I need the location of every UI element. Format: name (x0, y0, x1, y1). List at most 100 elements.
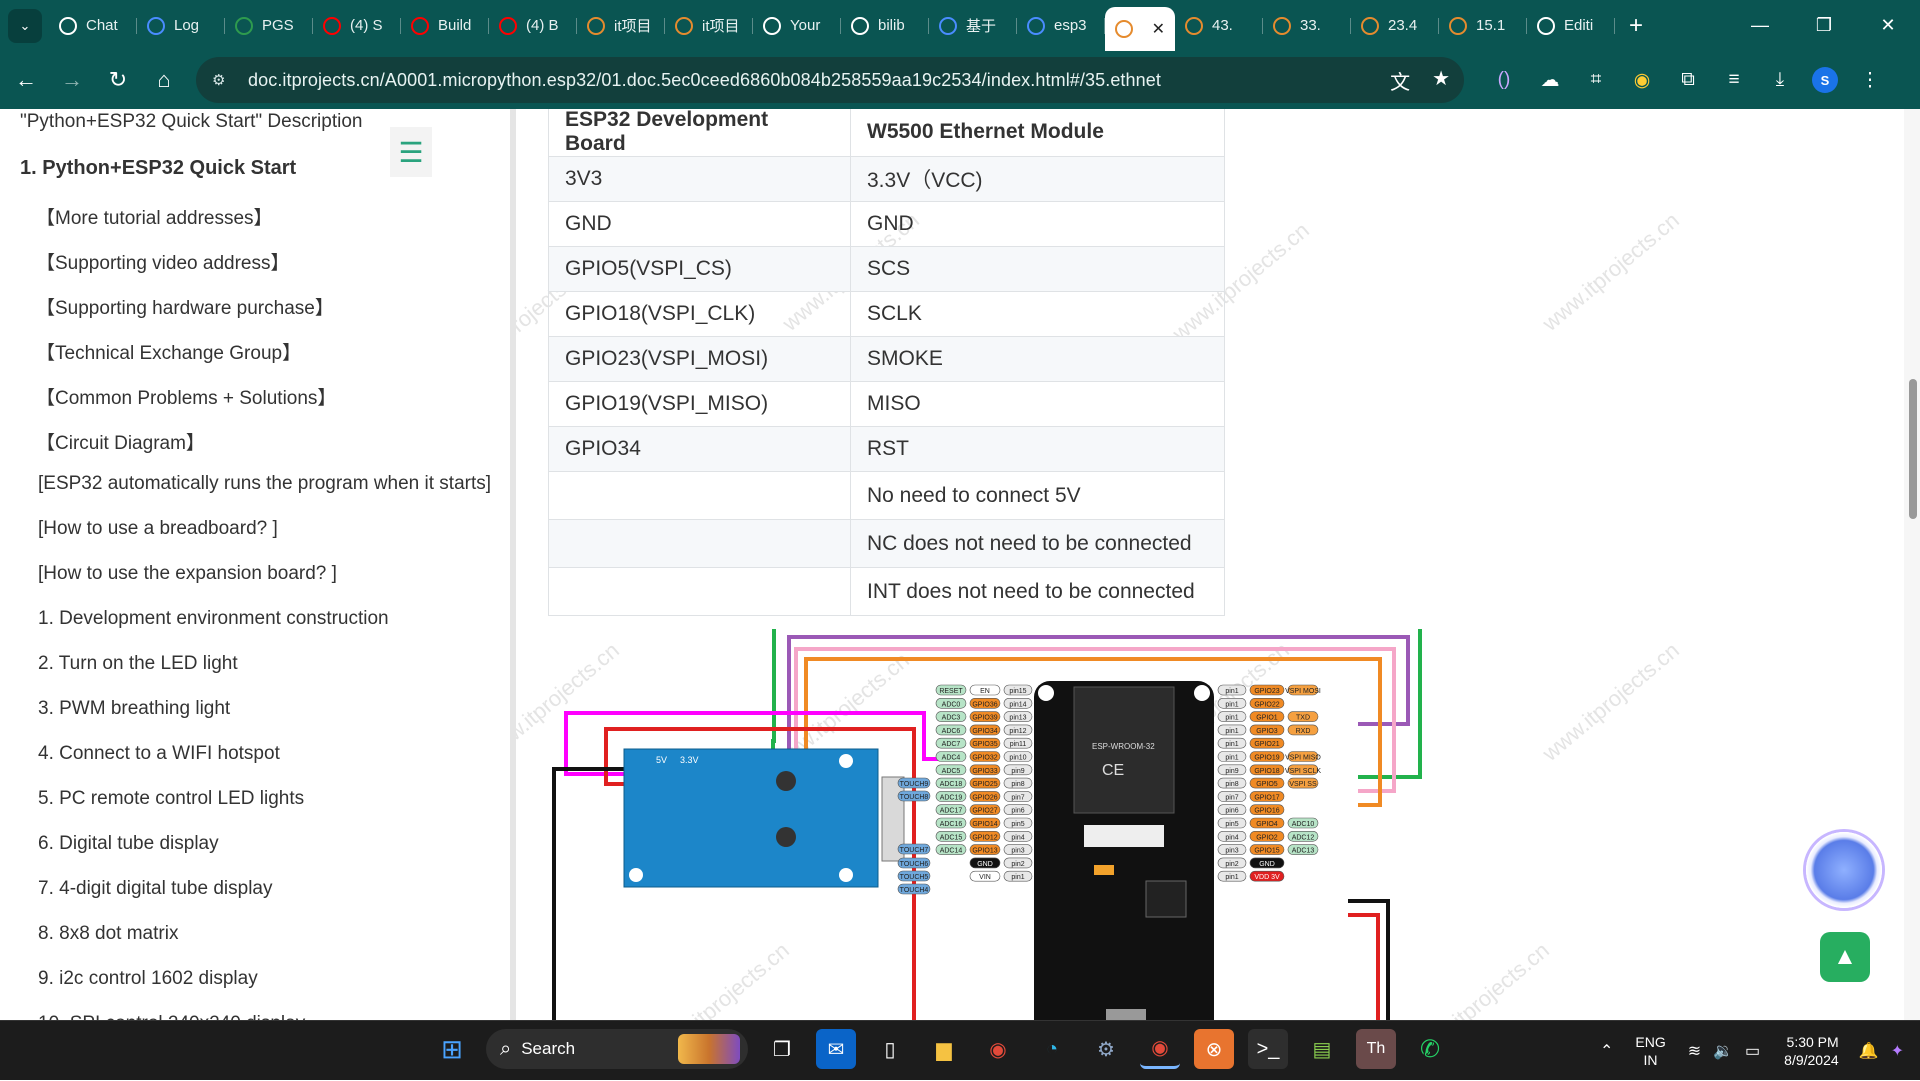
sidebar-header[interactable]: "Python+ESP32 Quick Start" Description (20, 111, 362, 133)
whatsapp-icon[interactable]: ✆ (1410, 1029, 1450, 1069)
tab[interactable]: it项目 (577, 8, 665, 44)
tab[interactable]: 基于 (929, 8, 1017, 44)
chrome-icon[interactable]: ◉ (978, 1029, 1018, 1069)
extension-icon[interactable]: ☁ (1536, 66, 1564, 94)
back-button[interactable]: ← (6, 60, 46, 100)
scrollbar-thumb[interactable] (1909, 379, 1917, 519)
language-label: ENG (1635, 1034, 1666, 1050)
media-control-icon[interactable]: ≡ (1720, 66, 1748, 94)
tab[interactable]: 43. (1175, 8, 1263, 44)
translate-icon[interactable]: 文 (1390, 66, 1410, 95)
tab[interactable]: (4) B (489, 8, 577, 44)
crop-icon[interactable]: ⌗ (1582, 66, 1610, 94)
tab[interactable]: esp3 (1017, 8, 1105, 44)
page-scrollbar[interactable] (1904, 109, 1920, 1020)
sidebar-nav-item[interactable]: 4. Connect to a WIFI hotspot (38, 743, 280, 765)
gpio-label: GPIO32 (972, 755, 997, 762)
chevron-up-icon[interactable]: ⌃ (1600, 1041, 1613, 1061)
tab[interactable]: Chat (49, 8, 137, 44)
url-text[interactable]: doc.itprojects.cn/A0001.micropython.esp3… (248, 70, 1161, 91)
chrome-profile-icon[interactable]: ◉ (1140, 1029, 1180, 1069)
sidebar-nav-item[interactable]: 9. i2c control 1602 display (38, 968, 258, 990)
tab[interactable]: Editi (1527, 8, 1615, 44)
notepad-icon[interactable]: ▤ (1302, 1029, 1342, 1069)
thonny-icon[interactable]: Th (1356, 1029, 1396, 1069)
file-explorer-icon[interactable]: ▆ (924, 1029, 964, 1069)
site-info-icon[interactable]: ⚙ (212, 71, 234, 89)
tab[interactable]: ✕ (1105, 7, 1175, 51)
reload-button[interactable]: ↻ (98, 60, 138, 100)
clock[interactable]: 5:30 PM 8/9/2024 (1784, 1033, 1839, 1069)
sidebar-nav-item[interactable]: [How to use the expansion board? ] (38, 563, 337, 585)
sidebar-nav-item[interactable]: 8. 8x8 dot matrix (38, 923, 178, 945)
tab[interactable]: bilib (841, 8, 929, 44)
bookmark-star-icon[interactable]: ★ (1432, 66, 1450, 95)
home-button[interactable]: ⌂ (144, 60, 184, 100)
sidebar-nav-item[interactable]: 7. 4-digit digital tube display (38, 878, 272, 900)
reload-icon: ↻ (108, 67, 128, 92)
close-tab-icon[interactable]: ✕ (1152, 19, 1165, 39)
volume-icon[interactable]: 🔉 (1713, 1041, 1733, 1061)
sidebar-section-title[interactable]: 1. Python+ESP32 Quick Start (20, 157, 296, 180)
sidebar-nav-item[interactable]: 【Circuit Diagram】 (36, 428, 205, 455)
wifi-icon[interactable]: ≋ (1688, 1041, 1701, 1061)
hamburger-menu-icon[interactable]: ☰ (390, 127, 432, 177)
new-tab-button[interactable]: + (1621, 12, 1651, 40)
task-view-icon[interactable]: ❐ (762, 1029, 802, 1069)
sidebar-nav-item[interactable]: 2. Turn on the LED light (38, 653, 238, 675)
sidebar-nav-item[interactable]: 【Technical Exchange Group】 (36, 338, 301, 365)
pin-label: pin1 (1225, 715, 1238, 722)
language-indicator[interactable]: ENG IN (1635, 1033, 1665, 1069)
profile-avatar[interactable]: S (1812, 67, 1838, 93)
sidebar-nav-item[interactable]: 6. Digital tube display (38, 833, 219, 855)
app-icon[interactable]: ⊗ (1194, 1029, 1234, 1069)
file-icon[interactable]: ▯ (870, 1029, 910, 1069)
sidebar-nav-item[interactable]: 【More tutorial addresses】 (36, 203, 273, 230)
sidebar-nav-item[interactable]: 【Supporting hardware purchase】 (36, 293, 334, 320)
puzzle-icon[interactable]: ⧉ (1674, 66, 1702, 94)
tab[interactable]: it项目 (665, 8, 753, 44)
tab[interactable]: Log (137, 8, 225, 44)
terminal-icon[interactable]: >_ (1248, 1029, 1288, 1069)
notification-bell-icon[interactable]: 🔔 (1859, 1041, 1879, 1061)
edge-icon[interactable]: ◔ (1032, 1029, 1072, 1069)
gpio-label: GPIO16 (1254, 808, 1279, 815)
address-bar[interactable]: ⚙ doc.itprojects.cn/A0001.micropython.es… (196, 57, 1464, 103)
minimize-icon[interactable]: — (1728, 0, 1792, 51)
tab-search-button[interactable]: ⌄ (8, 8, 42, 43)
outlook-icon[interactable]: ✉ (816, 1029, 856, 1069)
touch-label: TOUCH9 (900, 781, 929, 788)
taskbar-search[interactable]: ⌕ Search (486, 1029, 748, 1069)
close-window-icon[interactable]: ✕ (1856, 0, 1920, 51)
sidebar-nav-item[interactable]: 5. PC remote control LED lights (38, 788, 304, 810)
restore-icon[interactable]: ❐ (1792, 0, 1856, 51)
sidebar-nav-item[interactable]: 1. Development environment construction (38, 608, 389, 630)
sidebar-nav-item[interactable]: 【Supporting video address】 (36, 248, 289, 275)
settings-icon[interactable]: ⚙ (1086, 1029, 1126, 1069)
touch-label: TOUCH7 (900, 847, 929, 854)
tab[interactable]: PGS (225, 8, 313, 44)
assistant-button[interactable] (1806, 832, 1882, 908)
extension-icon[interactable]: () (1490, 66, 1518, 94)
forward-button[interactable]: → (52, 60, 92, 100)
windows-start-icon[interactable]: ⊞ (432, 1029, 472, 1069)
search-icon: ⌕ (500, 1037, 512, 1060)
tab[interactable]: 33. (1263, 8, 1351, 44)
sidebar-nav-item[interactable]: [ESP32 automatically runs the program wh… (38, 473, 491, 495)
tab[interactable]: Build (401, 8, 489, 44)
download-icon[interactable]: ⤓ (1766, 66, 1794, 94)
sidebar-nav-item[interactable]: 10. SPI control 240x240 display (38, 1013, 305, 1020)
copilot-icon[interactable]: ✦ (1891, 1041, 1904, 1061)
tab[interactable]: 23.4 (1351, 8, 1439, 44)
itprojects-icon (587, 16, 605, 35)
battery-icon[interactable]: ▭ (1745, 1041, 1760, 1061)
menu-icon[interactable]: ⋮ (1856, 66, 1884, 94)
tab[interactable]: 15.1 (1439, 8, 1527, 44)
extension-color-icon[interactable]: ◉ (1628, 66, 1656, 94)
tab[interactable]: Your (753, 8, 841, 44)
sidebar-nav-item[interactable]: 【Common Problems + Solutions】 (36, 383, 336, 410)
sidebar-nav-item[interactable]: [How to use a breadboard? ] (38, 518, 278, 540)
back-to-top-button[interactable]: ▲ (1820, 932, 1870, 982)
tab[interactable]: (4) S (313, 8, 401, 44)
sidebar-nav-item[interactable]: 3. PWM breathing light (38, 698, 230, 720)
